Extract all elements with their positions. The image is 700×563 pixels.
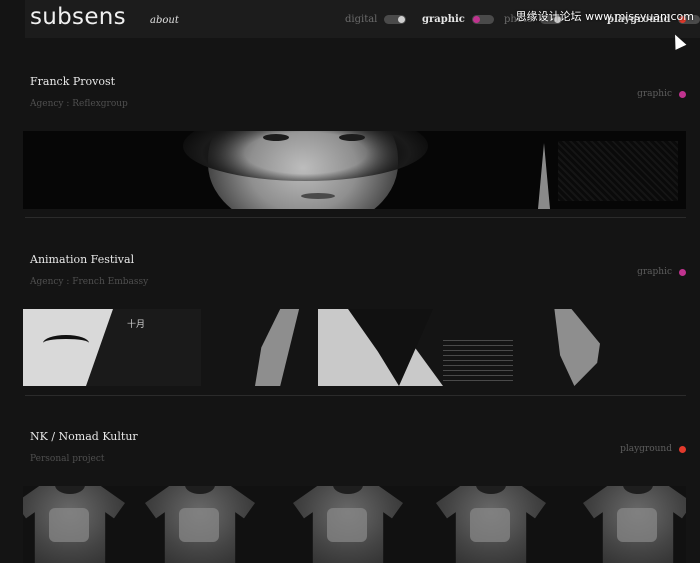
project-nomad-kultur[interactable]: NK / Nomad Kultur Personal project playg… [25, 430, 686, 470]
project-category[interactable]: playground [620, 444, 686, 454]
project-image-animation-2[interactable] [255, 309, 318, 386]
tshirt-image [583, 486, 686, 563]
filter-digital-label: digital [345, 14, 378, 25]
poster-text-block [443, 337, 513, 381]
eiffel-tower-icon [538, 143, 550, 209]
project-client: Agency : Reflexgroup [30, 99, 128, 109]
tshirt-image [293, 486, 403, 563]
tshirt-image [436, 486, 546, 563]
tshirt-neck [333, 486, 363, 494]
divider [25, 395, 686, 396]
category-dot-icon [679, 90, 686, 98]
portrait-eye [339, 134, 365, 141]
poster-kanji: 十月 [127, 320, 146, 330]
project-category-label: graphic [637, 267, 672, 277]
filter-digital-toggle[interactable] [384, 15, 407, 24]
texture-overlay [558, 141, 678, 201]
tshirt-print [179, 508, 219, 542]
watermark-text: 思缘设计论坛 www.missyuan.com [515, 10, 694, 23]
drawn-arm [255, 309, 300, 386]
project-animation-festival[interactable]: Animation Festival Agency : French Embas… [25, 253, 686, 293]
about-link[interactable]: about [150, 15, 179, 26]
project-category[interactable]: graphic [637, 267, 686, 277]
project-client: Agency : French Embassy [30, 277, 149, 287]
drawn-arm [554, 309, 600, 386]
category-dot-icon [679, 268, 686, 276]
portrait-eye [263, 134, 289, 141]
tshirt-neck [55, 486, 85, 494]
tshirt-image [145, 486, 255, 563]
project-category-label: playground [620, 444, 672, 454]
project-title[interactable]: Franck Provost [30, 75, 115, 88]
tshirt-print [617, 508, 657, 542]
filter-digital[interactable]: digital [345, 14, 407, 25]
divider [25, 217, 686, 218]
project-image-nomad-kultur[interactable] [23, 486, 686, 563]
category-dot-icon [679, 445, 686, 453]
tshirt-print [327, 508, 367, 542]
tshirt-print [470, 508, 510, 542]
site-logo[interactable]: subsens [30, 4, 126, 30]
project-category-label: graphic [637, 89, 672, 99]
tshirt-neck [623, 486, 653, 494]
project-image-franck-provost[interactable] [23, 131, 686, 209]
tshirt-neck [476, 486, 506, 494]
toggle-knob [398, 16, 406, 23]
project-image-animation-4[interactable] [543, 309, 600, 386]
project-image-animation-1[interactable]: 十月 [23, 309, 201, 386]
portrait-mouth [301, 193, 335, 199]
toggle-knob [472, 16, 480, 23]
project-category[interactable]: graphic [637, 89, 686, 99]
project-franck-provost[interactable]: Franck Provost Agency : Reflexgroup grap… [25, 75, 686, 115]
project-client: Personal project [30, 454, 105, 464]
filter-graphic[interactable]: graphic [422, 14, 494, 25]
tshirt-print [49, 508, 89, 542]
filter-graphic-toggle[interactable] [471, 15, 494, 24]
tshirt-image [23, 486, 125, 563]
filter-graphic-label: graphic [422, 14, 465, 25]
project-image-animation-3[interactable] [318, 309, 543, 386]
drawn-eye [43, 335, 89, 351]
project-title[interactable]: Animation Festival [30, 253, 134, 266]
tshirt-neck [185, 486, 215, 494]
project-title[interactable]: NK / Nomad Kultur [30, 430, 138, 443]
